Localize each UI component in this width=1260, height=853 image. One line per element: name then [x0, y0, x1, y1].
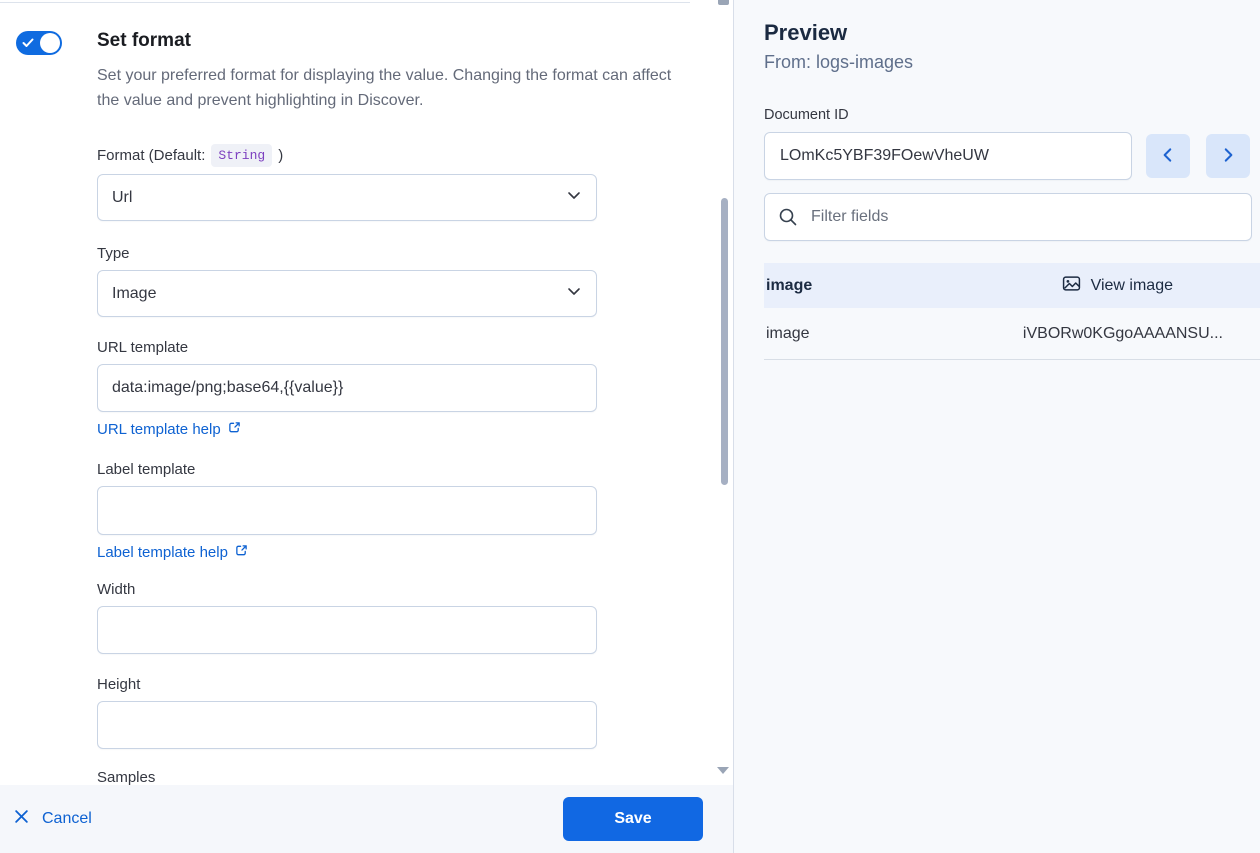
url-template-help-label: URL template help	[97, 421, 221, 438]
type-label: Type	[97, 244, 597, 263]
panel-title: Set format	[97, 30, 701, 52]
save-button[interactable]: Save	[563, 797, 703, 841]
table-header-row: image View image	[764, 263, 1260, 308]
format-select[interactable]: Url	[97, 174, 597, 221]
url-template-help-link[interactable]: URL template help	[97, 421, 241, 438]
next-document-button[interactable]	[1206, 134, 1250, 178]
label-template-input[interactable]	[97, 486, 597, 535]
table-row: image iVBORw0KGgoAAAANSU...	[764, 308, 1260, 360]
height-field-row: Height	[97, 675, 597, 749]
label-template-row: Label template	[97, 460, 597, 535]
format-select-value: Url	[112, 189, 132, 207]
set-format-flyout: Set format Set your preferred format for…	[0, 0, 733, 853]
set-format-toggle[interactable]	[16, 31, 62, 55]
type-select[interactable]: Image	[97, 270, 597, 317]
image-icon	[1062, 274, 1081, 298]
width-label: Width	[97, 580, 597, 599]
samples-section-label: Samples	[97, 769, 701, 785]
type-field-row: Type Image	[97, 244, 597, 317]
check-icon	[22, 37, 34, 52]
external-link-icon	[235, 544, 248, 561]
label-template-help-label: Label template help	[97, 544, 228, 561]
panel-description: Set your preferred format for displaying…	[97, 63, 689, 113]
label-template-label: Label template	[97, 460, 597, 479]
previous-document-button[interactable]	[1146, 134, 1190, 178]
preview-fields-table: image View image image iVBORw0KGgoAAAANS…	[764, 263, 1260, 360]
default-format-badge: String	[211, 144, 272, 167]
chevron-left-icon	[1159, 146, 1177, 167]
field-value-cell: iVBORw0KGgoAAAANSU...	[1023, 325, 1260, 343]
format-label-suffix: )	[278, 146, 283, 165]
scroll-down-icon[interactable]	[717, 767, 729, 774]
type-select-value: Image	[112, 285, 156, 303]
chevron-right-icon	[1219, 146, 1237, 167]
form-scrollbar[interactable]	[712, 0, 733, 785]
preview-title: Preview	[764, 20, 1260, 46]
field-name-header: image	[764, 277, 812, 295]
flyout-footer: Cancel Save	[0, 785, 733, 853]
format-label-prefix: Format (Default:	[97, 146, 205, 165]
height-label: Height	[97, 675, 597, 694]
width-field-row: Width	[97, 580, 597, 654]
url-template-label: URL template	[97, 338, 597, 357]
cancel-label: Cancel	[42, 810, 92, 828]
chevron-down-icon	[566, 283, 582, 304]
chevron-down-icon	[566, 187, 582, 208]
width-input[interactable]	[97, 606, 597, 654]
document-id-label: Document ID	[764, 106, 1260, 124]
toggle-knob	[40, 33, 60, 53]
preview-panel: Preview From: logs-images Document ID	[733, 0, 1260, 853]
url-template-input[interactable]	[97, 364, 597, 412]
url-template-row: URL template	[97, 338, 597, 412]
close-icon	[14, 809, 29, 829]
preview-source: From: logs-images	[764, 52, 1260, 73]
label-template-help-link[interactable]: Label template help	[97, 544, 248, 561]
format-label: Format (Default: String )	[97, 144, 597, 167]
filter-fields-input[interactable]	[764, 193, 1252, 241]
view-image-button[interactable]: View image	[1062, 274, 1260, 298]
document-id-input[interactable]	[764, 132, 1132, 180]
document-id-row	[764, 132, 1260, 180]
format-field-row: Format (Default: String ) Url	[97, 144, 597, 221]
field-format-editor: Set format Set your preferred format for…	[0, 0, 1260, 853]
external-link-icon	[228, 421, 241, 438]
cancel-button[interactable]: Cancel	[14, 809, 92, 829]
scroll-up-icon[interactable]	[718, 0, 729, 5]
scrollbar-thumb[interactable]	[721, 198, 728, 485]
filter-fields-wrap	[764, 193, 1252, 241]
format-form: Set format Set your preferred format for…	[97, 0, 701, 785]
height-input[interactable]	[97, 701, 597, 749]
view-image-label: View image	[1091, 277, 1173, 295]
field-name-cell: image	[764, 325, 810, 343]
